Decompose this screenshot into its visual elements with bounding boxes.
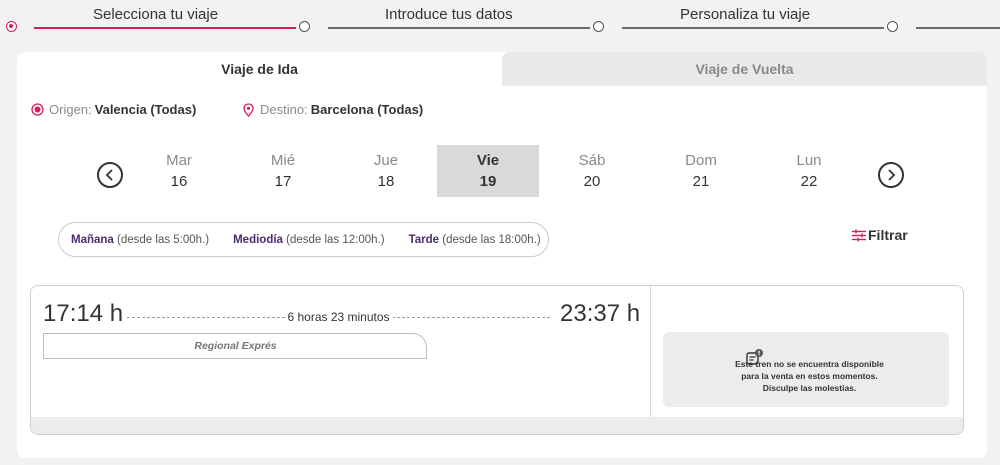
filter-manana[interactable]: Mañana (desde las 5:00h.)	[71, 234, 209, 246]
tab-viaje-ida[interactable]: Viaje de Ida	[17, 52, 502, 86]
day-number: 19	[479, 173, 497, 190]
destination-city: Barcelona	[310, 102, 374, 117]
day-tue-16[interactable]: Mar 16	[128, 145, 230, 197]
destination-label: Destino:	[260, 102, 308, 117]
step-2-progress-line	[328, 27, 590, 29]
duration-text: 6 horas 23 minutos	[284, 310, 393, 324]
step-4-indicator-icon	[887, 21, 898, 32]
filter-manana-hours: (desde las 5:00h.)	[117, 233, 210, 246]
day-name: Lun	[796, 152, 822, 169]
day-name: Sáb	[578, 152, 606, 169]
origin-scope: (Todas)	[150, 102, 197, 117]
filter-manana-label: Mañana	[71, 233, 114, 246]
day-name: Mar	[166, 152, 192, 169]
progress-steps: Selecciona tu viaje Introduce tus datos …	[0, 0, 1000, 44]
step-2-indicator-icon	[299, 21, 310, 32]
day-mon-22[interactable]: Lun 22	[758, 145, 860, 197]
journey-card: Viaje de Ida Viaje de Vuelta Origen: Val…	[17, 52, 987, 458]
day-number: 18	[377, 173, 395, 190]
day-name: Jue	[373, 152, 399, 169]
filter-mediodia[interactable]: Mediodía (desde las 12:00h.)	[233, 234, 385, 246]
step-3-progress-line	[622, 27, 884, 29]
filter-tarde[interactable]: Tarde (desde las 18:00h.)	[409, 234, 541, 246]
service-badge: Regional Exprés	[43, 333, 427, 359]
day-thu-18[interactable]: Jue 18	[335, 145, 437, 197]
day-sat-20[interactable]: Sáb 20	[541, 145, 643, 197]
destination-info: Destino: Barcelona (Todas)	[243, 102, 423, 117]
day-wed-17[interactable]: Mié 17	[232, 145, 334, 197]
step-3-indicator-icon	[593, 21, 604, 32]
origin-city: Valencia	[94, 102, 147, 117]
filter-tarde-label: Tarde	[408, 233, 440, 246]
origin-label: Origen:	[49, 102, 92, 117]
duration-bar: 6 horas 23 minutos	[127, 310, 550, 324]
filter-mediodia-hours: (desde las 12:00h.)	[286, 233, 385, 246]
step-3-label: Personaliza tu viaje	[680, 6, 811, 23]
day-sun-21[interactable]: Dom 21	[650, 145, 752, 197]
day-fri-19-selected[interactable]: Vie 19	[437, 145, 539, 197]
departure-time: 17:14 h	[43, 300, 124, 327]
filtrar-label: Filtrar	[868, 227, 908, 243]
step-1-label: Selecciona tu viaje	[93, 6, 219, 23]
step-4-progress-line	[916, 27, 1000, 29]
step-1-progress-line	[34, 27, 296, 29]
filter-mediodia-label: Mediodía	[233, 233, 283, 246]
day-number: 17	[274, 173, 292, 190]
sliders-icon	[852, 229, 866, 241]
origin-dot-icon	[31, 103, 44, 116]
destination-scope: (Todas)	[377, 102, 424, 117]
time-filters: Mañana (desde las 5:00h.) Mediodía (desd…	[58, 222, 549, 257]
day-name: Vie	[476, 152, 500, 169]
prev-day-button[interactable]	[97, 162, 123, 188]
step-1-indicator-icon	[6, 21, 17, 32]
day-number: 16	[170, 173, 188, 190]
filter-tarde-hours: (desde las 18:00h.)	[442, 233, 541, 246]
day-name: Dom	[685, 152, 717, 169]
next-day-button[interactable]	[878, 162, 904, 188]
step-2-label: Introduce tus datos	[385, 6, 513, 23]
tab-viaje-vuelta[interactable]: Viaje de Vuelta	[502, 52, 987, 86]
chevron-left-icon	[105, 169, 113, 181]
result-divider	[650, 286, 651, 417]
train-result-card: 17:14 h 6 horas 23 minutos 23:37 h Regio…	[30, 285, 964, 435]
day-number: 20	[583, 173, 601, 190]
result-footer	[31, 417, 963, 434]
day-number: 22	[800, 173, 818, 190]
location-pin-icon	[243, 102, 254, 117]
service-name: Regional Exprés	[194, 340, 277, 352]
day-name: Mié	[270, 152, 296, 169]
arrival-time: 23:37 h	[560, 300, 641, 327]
unavailable-notice: Este tren no se encuentra disponible par…	[663, 332, 949, 407]
origin-info: Origen: Valencia (Todas)	[31, 102, 196, 117]
filtrar-button[interactable]: Filtrar	[852, 227, 908, 243]
unavailable-message: Este tren no se encuentra disponible par…	[735, 359, 884, 393]
chevron-right-icon	[888, 169, 896, 181]
day-number: 21	[692, 173, 710, 190]
